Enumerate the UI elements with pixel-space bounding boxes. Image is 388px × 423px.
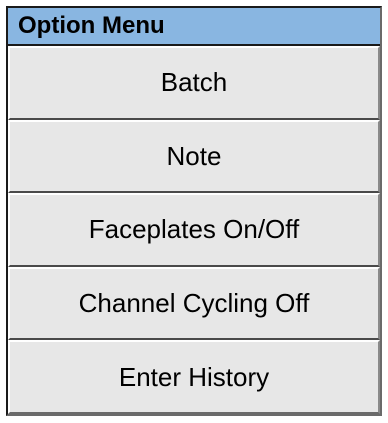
option-menu: Option Menu Batch Note Faceplates On/Off… bbox=[6, 6, 382, 416]
menu-items: Batch Note Faceplates On/Off Channel Cyc… bbox=[8, 46, 380, 414]
menu-item-note[interactable]: Note bbox=[8, 119, 380, 194]
menu-item-enter-history[interactable]: Enter History bbox=[8, 340, 380, 414]
menu-item-channel-cycling-toggle[interactable]: Channel Cycling Off bbox=[8, 266, 380, 341]
menu-title: Option Menu bbox=[8, 8, 380, 46]
menu-item-batch[interactable]: Batch bbox=[8, 46, 380, 120]
menu-item-faceplates-toggle[interactable]: Faceplates On/Off bbox=[8, 193, 380, 267]
